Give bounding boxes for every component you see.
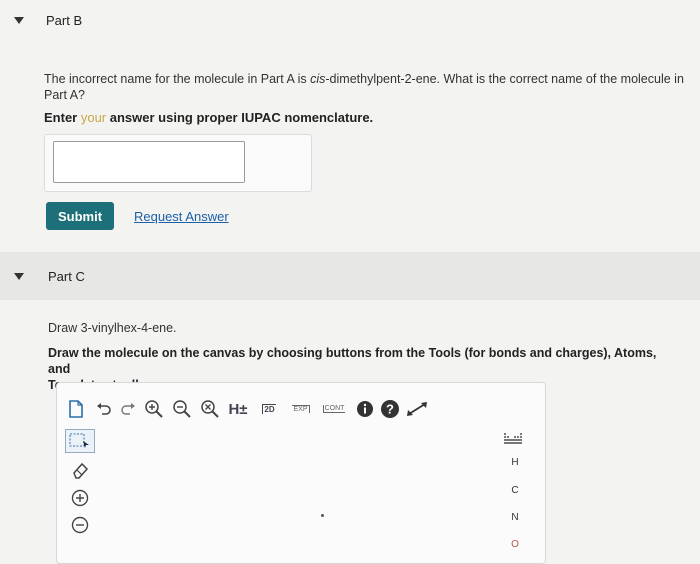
- contract-icon[interactable]: CONT: [319, 398, 349, 420]
- help-icon[interactable]: ?: [379, 398, 401, 420]
- atom-c-button[interactable]: C: [505, 485, 525, 496]
- atom-h-button[interactable]: H: [505, 457, 525, 468]
- part-b-instruction: Enter your answer using proper IUPAC nom…: [44, 110, 374, 125]
- atom-o-button[interactable]: O: [505, 539, 525, 550]
- info-icon[interactable]: [355, 399, 375, 419]
- answer-box: [44, 134, 312, 192]
- expand-icon[interactable]: EXP: [287, 398, 315, 420]
- undo-icon[interactable]: [95, 400, 113, 418]
- part-b-title[interactable]: Part B: [46, 13, 82, 28]
- part-b-collapse-icon[interactable]: [14, 17, 24, 24]
- request-answer-link[interactable]: Request Answer: [134, 209, 229, 224]
- positive-charge-icon[interactable]: [69, 487, 91, 509]
- eraser-icon[interactable]: [69, 459, 91, 481]
- part-c-collapse-icon[interactable]: [14, 273, 24, 280]
- clear-icon[interactable]: [199, 398, 221, 420]
- fullscreen-icon[interactable]: [405, 398, 429, 420]
- redo-icon[interactable]: [119, 400, 137, 418]
- zoom-in-icon[interactable]: [143, 398, 165, 420]
- submit-button[interactable]: Submit: [46, 202, 114, 230]
- negative-charge-icon[interactable]: [69, 514, 91, 536]
- zoom-out-icon[interactable]: [171, 398, 193, 420]
- svg-text:?: ?: [386, 402, 394, 417]
- part-c-title: Part C: [48, 269, 85, 284]
- 2d-clean-icon[interactable]: 2D: [257, 398, 281, 420]
- periodic-table-icon[interactable]: [503, 431, 523, 447]
- answer-input[interactable]: [53, 141, 245, 183]
- select-tool-icon[interactable]: [65, 429, 95, 453]
- canvas-dot: [321, 514, 324, 517]
- explicit-hydrogens-icon[interactable]: H±: [225, 398, 251, 420]
- atom-n-button[interactable]: N: [505, 512, 525, 523]
- part-b-question: The incorrect name for the molecule in P…: [44, 72, 684, 102]
- part-c-header[interactable]: Part C: [0, 252, 700, 300]
- drawing-canvas[interactable]: H± 2D EXP CONT ? H C N O: [56, 382, 546, 564]
- new-document-icon[interactable]: [67, 400, 85, 418]
- part-c-prompt: Draw 3-vinylhex-4-ene.: [48, 321, 177, 335]
